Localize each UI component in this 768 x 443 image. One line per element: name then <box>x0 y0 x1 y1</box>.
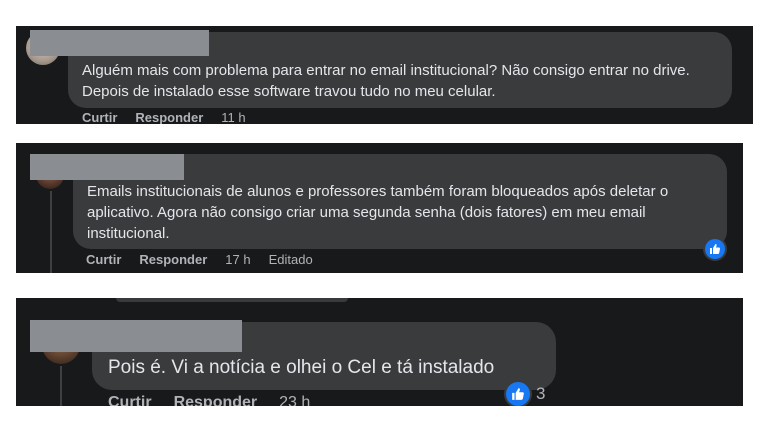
thread-line <box>50 191 52 273</box>
comment-text: Pois é. Vi a notícia e olhei o Cel e tá … <box>108 357 495 378</box>
like-action[interactable]: Curtir <box>108 394 152 406</box>
like-reaction-badge[interactable] <box>705 239 725 259</box>
collapsed-replies-remnant <box>116 298 348 302</box>
reply-action[interactable]: Responder <box>135 110 203 124</box>
like-action[interactable]: Curtir <box>86 252 121 267</box>
comment-actions: Curtir Responder 23 h <box>108 394 310 406</box>
comment-timestamp[interactable]: 17 h <box>225 252 250 267</box>
comment-panel-3: Pois é. Vi a notícia e olhei o Cel e tá … <box>16 298 743 406</box>
comment-text: Alguém mais com problema para entrar no … <box>82 62 690 100</box>
comment-actions: Curtir Responder 11 h <box>82 110 246 124</box>
comment-timestamp[interactable]: 11 h <box>221 110 245 124</box>
reply-action[interactable]: Responder <box>139 252 207 267</box>
thumbs-up-icon <box>512 388 524 400</box>
comment-text: Emails institucionais de alunos e profes… <box>87 183 669 242</box>
reaction-summary[interactable]: 3 <box>506 382 545 406</box>
comment-actions: Curtir Responder 17 h Editado <box>86 252 313 267</box>
thread-line <box>60 366 62 406</box>
redacted-author-name <box>30 154 184 180</box>
comment-panel-1: Alguém mais com problema para entrar no … <box>16 26 753 124</box>
reply-action[interactable]: Responder <box>174 394 258 406</box>
redacted-author-name <box>30 320 242 352</box>
redacted-author-name <box>30 30 209 56</box>
thumbs-up-icon <box>710 244 721 254</box>
reaction-count: 3 <box>536 384 546 403</box>
comment-panel-2: Emails institucionais de alunos e profes… <box>16 143 743 273</box>
like-reaction-badge <box>506 382 530 406</box>
edited-label[interactable]: Editado <box>269 252 313 267</box>
like-action[interactable]: Curtir <box>82 110 117 124</box>
comment-timestamp[interactable]: 23 h <box>279 394 310 406</box>
